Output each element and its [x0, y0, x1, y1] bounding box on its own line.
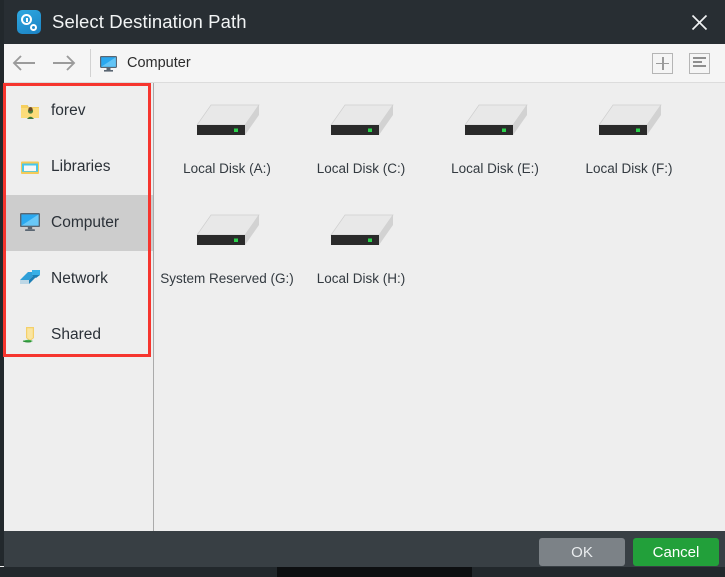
forward-button[interactable] [44, 44, 84, 82]
view-mode-button[interactable] [689, 52, 710, 74]
libraries-folder-icon [19, 156, 41, 178]
sidebar-item-label: Network [51, 270, 108, 287]
drive-item[interactable]: Local Disk (C:) [294, 91, 428, 201]
breadcrumb[interactable]: Computer [99, 55, 191, 72]
shared-folder-icon [19, 324, 41, 346]
places-sidebar: forev Libraries Computer Network Shared [4, 83, 153, 531]
arrow-left-icon [12, 55, 35, 71]
dialog-footer: OK Cancel [4, 531, 725, 567]
clock-gear-icon [17, 10, 41, 34]
sidebar-item-forev[interactable]: forev [4, 83, 153, 139]
dialog-body: forev Libraries Computer Network Shared … [4, 83, 725, 531]
hard-drive-icon [330, 104, 394, 135]
drive-item[interactable]: Local Disk (F:) [562, 91, 696, 201]
computer-monitor-icon [100, 55, 117, 72]
window-title: Select Destination Path [52, 11, 247, 32]
sidebar-item-computer[interactable]: Computer [4, 195, 153, 251]
drive-label: Local Disk (H:) [316, 271, 406, 286]
drive-label: Local Disk (A:) [183, 161, 271, 176]
hard-drive-icon [196, 104, 260, 135]
title-bar: Select Destination Path [4, 0, 725, 44]
plus-icon [656, 56, 669, 70]
select-destination-path-dialog: Select Destination Path Computer forev L… [0, 0, 725, 577]
sidebar-item-label: Shared [51, 326, 101, 343]
close-button[interactable] [673, 0, 725, 44]
cancel-button[interactable]: Cancel [633, 538, 719, 566]
sidebar-item-label: Computer [51, 214, 120, 231]
drive-label: Local Disk (C:) [316, 161, 406, 176]
new-folder-button[interactable] [652, 52, 673, 74]
breadcrumb-label: Computer [127, 55, 191, 71]
ok-button[interactable]: OK [539, 538, 625, 566]
hard-drive-icon [598, 104, 662, 135]
drive-grid: Local Disk (A:) Local Disk (C:) Local Di… [160, 91, 725, 311]
toolbar-divider [90, 49, 91, 77]
computer-monitor-icon [19, 212, 41, 234]
drive-label: Local Disk (F:) [585, 161, 673, 176]
close-icon [691, 14, 707, 30]
navigation-toolbar: Computer [4, 44, 725, 83]
arrow-right-icon [53, 55, 76, 71]
background-window-strip-bottom-left [0, 567, 277, 577]
sidebar-item-shared[interactable]: Shared [4, 307, 153, 363]
list-view-icon [693, 57, 706, 69]
back-button[interactable] [4, 44, 44, 82]
sidebar-item-label: Libraries [51, 158, 111, 175]
drive-item[interactable]: System Reserved (G:) [160, 201, 294, 311]
background-window-strip-bottom [277, 567, 472, 577]
background-window-strip-bottom-right [472, 567, 725, 577]
drive-label: Local Disk (E:) [451, 161, 539, 176]
network-icon [19, 268, 41, 290]
drive-item[interactable]: Local Disk (H:) [294, 201, 428, 311]
hard-drive-icon [196, 214, 260, 245]
hard-drive-icon [330, 214, 394, 245]
hard-drive-icon [464, 104, 528, 135]
drive-item[interactable]: Local Disk (A:) [160, 91, 294, 201]
user-folder-icon [19, 100, 41, 122]
sidebar-item-network[interactable]: Network [4, 251, 153, 307]
file-list-pane: Local Disk (A:) Local Disk (C:) Local Di… [154, 83, 725, 531]
drive-item[interactable]: Local Disk (E:) [428, 91, 562, 201]
drive-label: System Reserved (G:) [160, 271, 294, 286]
sidebar-item-libraries[interactable]: Libraries [4, 139, 153, 195]
sidebar-item-label: forev [51, 102, 86, 119]
